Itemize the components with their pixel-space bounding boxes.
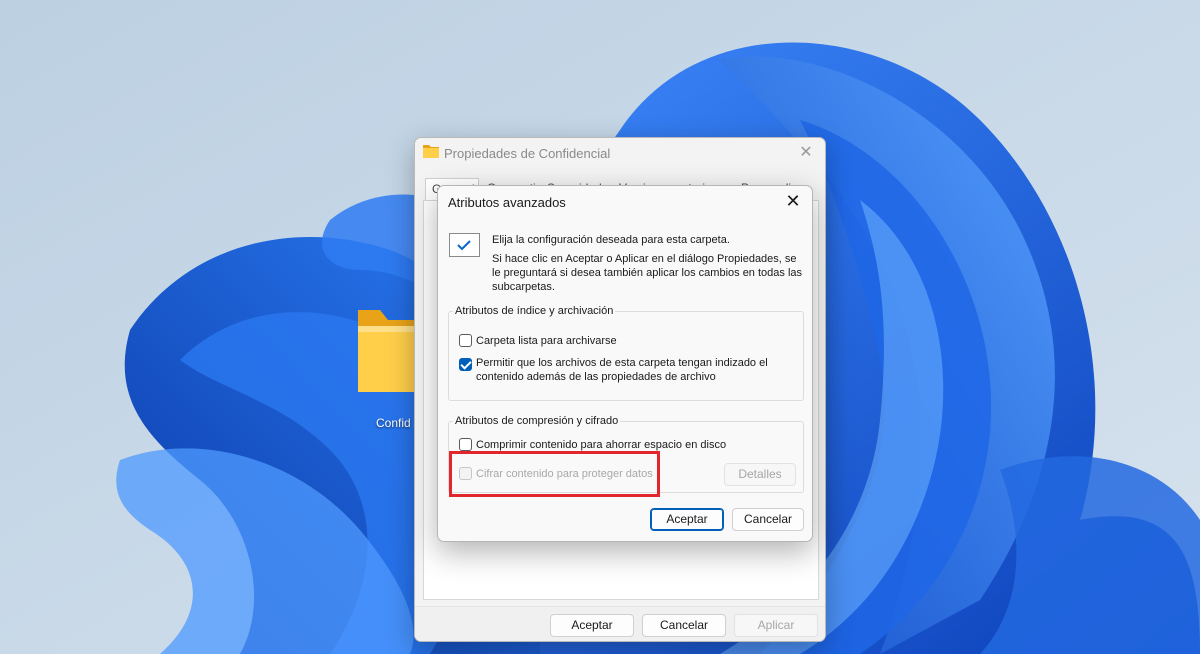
accept-button[interactable]: Aceptar [550,614,634,637]
properties-titlebar: Propiedades de Confidencial ✕ [415,138,825,168]
desktop-folder-icon[interactable]: Confid [352,304,422,430]
advanced-dialog-title: Atributos avanzados [448,195,566,210]
intro-line-2: Si hace clic en Aceptar o Aplicar en el … [492,253,803,293]
index-label[interactable]: Permitir que los archivos de esta carpet… [476,356,776,384]
cancel-button[interactable]: Cancelar [732,508,804,531]
compress-checkbox[interactable] [459,438,472,451]
archive-label[interactable]: Carpeta lista para archivarse [476,334,617,348]
index-group-label: Atributos de índice y archivación [453,305,616,317]
folder-icon [423,145,439,158]
properties-footer: Aceptar Cancelar Aplicar [415,606,825,641]
desktop-folder-label: Confid [376,416,411,430]
compress-label[interactable]: Comprimir contenido para ahorrar espacio… [476,438,726,452]
folder-icon [358,310,418,392]
checkmark-icon [449,233,480,257]
index-checkbox[interactable] [459,358,472,371]
highlight-box [449,451,660,497]
close-icon[interactable]: ✕ [795,142,817,164]
apply-button[interactable]: Aplicar [734,614,818,637]
details-button[interactable]: Detalles [724,463,796,486]
close-icon[interactable]: ✕ [782,191,804,213]
archive-checkbox[interactable] [459,334,472,347]
cancel-button[interactable]: Cancelar [642,614,726,637]
properties-title: Propiedades de Confidencial [444,146,611,161]
intro-text: Elija la configuración deseada para esta… [492,233,808,294]
intro-line-1: Elija la configuración deseada para esta… [492,234,730,246]
compression-group-label: Atributos de compresión y cifrado [453,415,621,427]
accept-button[interactable]: Aceptar [650,508,724,531]
